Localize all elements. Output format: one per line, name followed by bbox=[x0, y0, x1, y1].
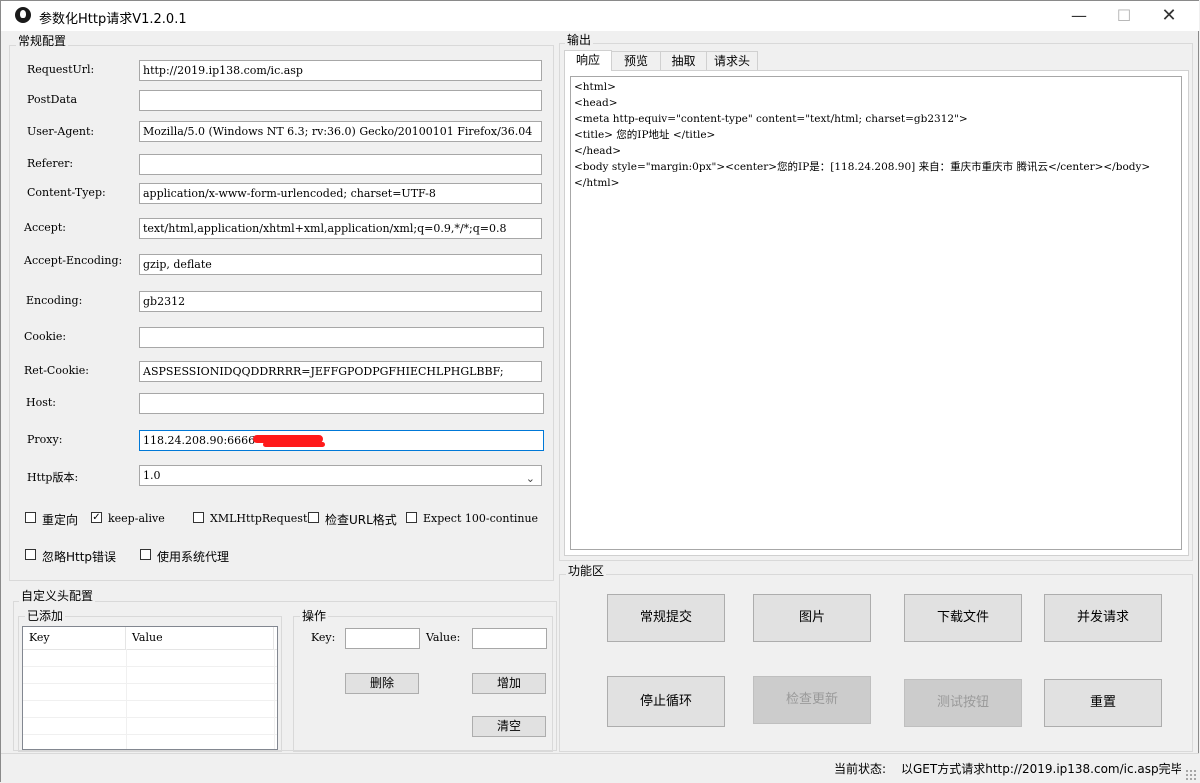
concurrent-request-button[interactable]: 并发请求 bbox=[1044, 594, 1162, 642]
value-column-header[interactable]: Value bbox=[126, 627, 274, 649]
list-item bbox=[23, 718, 277, 735]
minimize-button[interactable]: — bbox=[1056, 1, 1102, 31]
post-data-label: PostData bbox=[27, 93, 77, 106]
chevron-down-icon: ⌄ bbox=[525, 472, 535, 485]
ignore-http-error-checkbox-label: 忽略Http错误 bbox=[42, 550, 117, 564]
accept-encoding-label: Accept-Encoding: bbox=[24, 254, 123, 267]
xml-http-request-checkbox-label: XMLHttpRequest bbox=[210, 512, 308, 525]
http-version-label: Http版本: bbox=[27, 471, 79, 484]
check-update-button[interactable]: 检查更新 bbox=[753, 676, 871, 724]
custom-headers-title: 自定义头配置 bbox=[19, 587, 96, 604]
maximize-button[interactable]: ☐ bbox=[1101, 1, 1147, 31]
content-type-label: Content-Tyep: bbox=[27, 186, 106, 199]
ret-cookie-label: Ret-Cookie: bbox=[24, 364, 89, 377]
header-value-input[interactable] bbox=[472, 628, 547, 649]
added-headers-title: 已添加 bbox=[25, 607, 66, 624]
title-bar[interactable]: 参数化Http请求V1.2.0.1 — ☐ ✕ bbox=[1, 1, 1199, 31]
stop-loop-button[interactable]: 停止循环 bbox=[607, 676, 725, 727]
proxy-label: Proxy: bbox=[27, 433, 63, 446]
content-type-input[interactable]: application/x-www-form-urlencoded; chars… bbox=[139, 183, 542, 204]
request-url-input[interactable]: http://2019.ip138.com/ic.asp bbox=[139, 60, 542, 81]
response-textarea[interactable]: <html> <head> <meta http-equiv="content-… bbox=[570, 76, 1182, 550]
keep-alive-checkbox-label: keep-alive bbox=[108, 512, 165, 525]
redaction-mark-lower bbox=[263, 442, 325, 447]
test-button[interactable]: 测试按钮 bbox=[904, 679, 1022, 727]
post-data-input[interactable] bbox=[139, 90, 542, 111]
headers-list-view[interactable]: Key Value bbox=[22, 626, 278, 750]
accept-label: Accept: bbox=[24, 221, 66, 234]
cookie-label: Cookie: bbox=[24, 330, 67, 343]
general-config-title: 常规配置 bbox=[16, 32, 69, 49]
list-item bbox=[23, 684, 277, 701]
header-value-label: Value: bbox=[426, 631, 461, 644]
headers-list-header: Key Value bbox=[23, 627, 277, 650]
submit-button[interactable]: 常规提交 bbox=[607, 594, 725, 642]
status-bar: 当前状态: 以GET方式请求http://2019.ip138.com/ic.a… bbox=[1, 753, 1199, 783]
add-header-button[interactable]: 增加 bbox=[472, 673, 546, 694]
header-key-input[interactable] bbox=[345, 628, 420, 649]
delete-header-button[interactable]: 删除 bbox=[345, 673, 419, 694]
window-title: 参数化Http请求V1.2.0.1 bbox=[39, 12, 187, 27]
close-button[interactable]: ✕ bbox=[1146, 1, 1192, 31]
host-label: Host: bbox=[26, 396, 56, 409]
accept-encoding-input[interactable]: gzip, deflate bbox=[139, 254, 542, 275]
referer-input[interactable] bbox=[139, 154, 542, 175]
use-system-proxy-checkbox-label: 使用系统代理 bbox=[157, 550, 230, 564]
app-logo-icon bbox=[15, 7, 31, 23]
expect-100-checkbox-label: Expect 100-continue bbox=[423, 512, 539, 525]
resize-grip-icon[interactable] bbox=[1185, 769, 1197, 781]
list-item bbox=[23, 650, 277, 667]
request-url-label: RequestUrl: bbox=[27, 63, 95, 76]
download-file-button[interactable]: 下载文件 bbox=[904, 594, 1022, 642]
response-tab-panel: <html> <head> <meta http-equiv="content-… bbox=[564, 70, 1189, 556]
list-item bbox=[23, 701, 277, 718]
use-system-proxy-check-box[interactable] bbox=[140, 549, 151, 560]
header-key-label: Key: bbox=[311, 631, 336, 644]
user-agent-label: User-Agent: bbox=[27, 125, 95, 138]
expect-100-check-box[interactable] bbox=[406, 512, 417, 523]
redirect-checkbox-label: 重定向 bbox=[42, 513, 79, 527]
list-item bbox=[23, 667, 277, 684]
app-window: 参数化Http请求V1.2.0.1 — ☐ ✕ 常规配置 RequestUrl:… bbox=[0, 0, 1199, 783]
accept-input[interactable]: text/html,application/xhtml+xml,applicat… bbox=[139, 218, 542, 239]
status-value: 以GET方式请求http://2019.ip138.com/ic.asp完毕 bbox=[901, 762, 1181, 776]
encoding-input[interactable]: gb2312 bbox=[139, 291, 542, 312]
image-button[interactable]: 图片 bbox=[753, 594, 871, 642]
tab-extract[interactable]: 抽取 bbox=[660, 51, 707, 70]
output-title: 输出 bbox=[565, 31, 594, 48]
referer-label: Referer: bbox=[27, 157, 74, 170]
user-agent-input[interactable]: Mozilla/5.0 (Windows NT 6.3; rv:36.0) Ge… bbox=[139, 121, 542, 142]
redirect-check-box[interactable] bbox=[25, 512, 36, 523]
function-title: 功能区 bbox=[566, 562, 607, 579]
clear-headers-button[interactable]: 清空 bbox=[472, 716, 546, 737]
host-input[interactable] bbox=[139, 393, 544, 414]
operations-title: 操作 bbox=[300, 607, 329, 624]
ret-cookie-input[interactable]: ASPSESSIONIDQQDDRRRR=JEFFGPODPGFHIECHLPH… bbox=[139, 361, 542, 382]
reset-button[interactable]: 重置 bbox=[1044, 679, 1162, 727]
http-version-value: 1.0 bbox=[143, 469, 161, 482]
check-url-checkbox-label: 检查URL格式 bbox=[325, 513, 397, 527]
encoding-label: Encoding: bbox=[26, 294, 83, 307]
http-version-select[interactable]: 1.0 ⌄ bbox=[139, 465, 542, 486]
cookie-input[interactable] bbox=[139, 327, 544, 348]
proxy-input[interactable]: 118.24.208.90:6666 bbox=[139, 430, 544, 451]
check-url-check-box[interactable] bbox=[308, 512, 319, 523]
tab-request-headers[interactable]: 请求头 bbox=[706, 51, 758, 70]
tab-preview[interactable]: 预览 bbox=[611, 51, 661, 70]
keep-alive-check-box[interactable]: ✓ bbox=[91, 512, 102, 523]
tab-response[interactable]: 响应 bbox=[564, 50, 612, 71]
xml-http-request-check-box[interactable] bbox=[193, 512, 204, 523]
key-column-header[interactable]: Key bbox=[23, 627, 126, 649]
ignore-http-error-check-box[interactable] bbox=[25, 549, 36, 560]
status-label: 当前状态: bbox=[834, 762, 887, 776]
